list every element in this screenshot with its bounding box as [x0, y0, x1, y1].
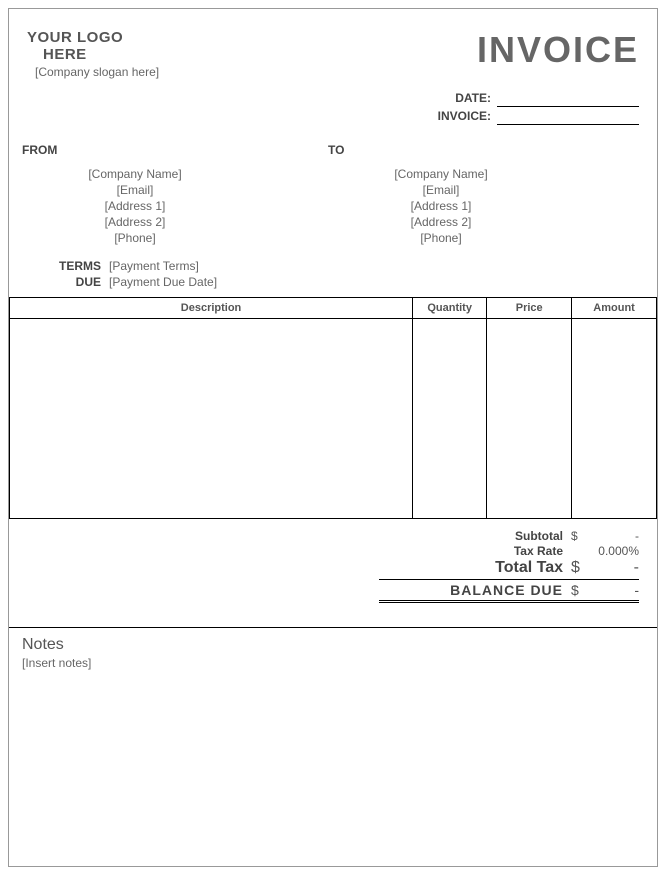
- totaltax-currency: $: [571, 559, 589, 577]
- invoice-number-value: [497, 109, 639, 125]
- col-price: Price: [487, 298, 572, 319]
- balance-currency: $: [571, 582, 589, 598]
- totaltax-row: Total Tax $ -: [379, 559, 639, 580]
- address-section: FROM [Company Name] [Email] [Address 1] …: [27, 143, 639, 247]
- terms-row: TERMS [Payment Terms]: [27, 259, 639, 273]
- cell-quantity: [413, 319, 487, 519]
- header: YOUR LOGO HERE [Company slogan here] INV…: [27, 29, 639, 79]
- items-table: Description Quantity Price Amount: [9, 297, 657, 519]
- invoice-title: INVOICE: [477, 29, 639, 71]
- taxrate-row: Tax Rate 0.000%: [27, 544, 639, 558]
- due-row: DUE [Payment Due Date]: [27, 275, 639, 289]
- cell-price: [487, 319, 572, 519]
- totaltax-label: Total Tax: [495, 559, 571, 577]
- to-column: TO [Company Name] [Email] [Address 1] [A…: [333, 143, 639, 247]
- taxrate-value: 0.000%: [589, 544, 639, 558]
- totaltax-value: -: [589, 559, 639, 577]
- totals-block: Subtotal $ - Tax Rate 0.000% Total Tax $…: [27, 529, 657, 603]
- notes-body: [Insert notes]: [22, 656, 639, 670]
- balance-label: BALANCE DUE: [450, 582, 571, 598]
- invoice-number-label: INVOICE:: [27, 109, 497, 125]
- subtotal-value: -: [589, 529, 639, 543]
- to-phone: [Phone]: [333, 231, 639, 245]
- col-amount: Amount: [572, 298, 657, 319]
- balance-row: BALANCE DUE $ -: [379, 580, 639, 603]
- balance-value: -: [589, 582, 639, 598]
- col-quantity: Quantity: [413, 298, 487, 319]
- subtotal-label: Subtotal: [515, 529, 571, 543]
- terms-label: TERMS: [27, 259, 109, 273]
- notes-head: Notes: [22, 636, 639, 654]
- items-body-row: [10, 319, 657, 519]
- to-company: [Company Name]: [333, 167, 639, 181]
- subtotal-currency: $: [571, 529, 589, 543]
- date-label: DATE:: [27, 91, 497, 107]
- notes-divider: [9, 627, 657, 628]
- from-head: FROM: [22, 143, 333, 157]
- invoice-number-row: INVOICE:: [27, 109, 639, 125]
- terms-block: TERMS [Payment Terms] DUE [Payment Due D…: [27, 259, 639, 289]
- to-head: TO: [328, 143, 639, 157]
- to-email: [Email]: [333, 183, 639, 197]
- to-address1: [Address 1]: [333, 199, 639, 213]
- logo-line1: YOUR LOGO: [27, 29, 159, 46]
- logo-block: YOUR LOGO HERE [Company slogan here]: [27, 29, 159, 79]
- meta-block: DATE: INVOICE:: [27, 91, 639, 125]
- date-row: DATE:: [27, 91, 639, 107]
- col-description: Description: [10, 298, 413, 319]
- cell-amount: [572, 319, 657, 519]
- due-label: DUE: [27, 275, 109, 289]
- cell-description: [10, 319, 413, 519]
- from-phone: [Phone]: [27, 231, 333, 245]
- from-email: [Email]: [27, 183, 333, 197]
- from-company: [Company Name]: [27, 167, 333, 181]
- from-column: FROM [Company Name] [Email] [Address 1] …: [27, 143, 333, 247]
- items-header-row: Description Quantity Price Amount: [10, 298, 657, 319]
- invoice-page: YOUR LOGO HERE [Company slogan here] INV…: [8, 8, 658, 867]
- company-slogan: [Company slogan here]: [35, 65, 159, 79]
- subtotal-row: Subtotal $ -: [27, 529, 639, 543]
- logo-line2: HERE: [43, 46, 159, 63]
- date-value: [497, 91, 639, 107]
- from-address2: [Address 2]: [27, 215, 333, 229]
- to-address2: [Address 2]: [333, 215, 639, 229]
- due-value: [Payment Due Date]: [109, 275, 217, 289]
- from-address1: [Address 1]: [27, 199, 333, 213]
- terms-value: [Payment Terms]: [109, 259, 199, 273]
- taxrate-label: Tax Rate: [514, 544, 571, 558]
